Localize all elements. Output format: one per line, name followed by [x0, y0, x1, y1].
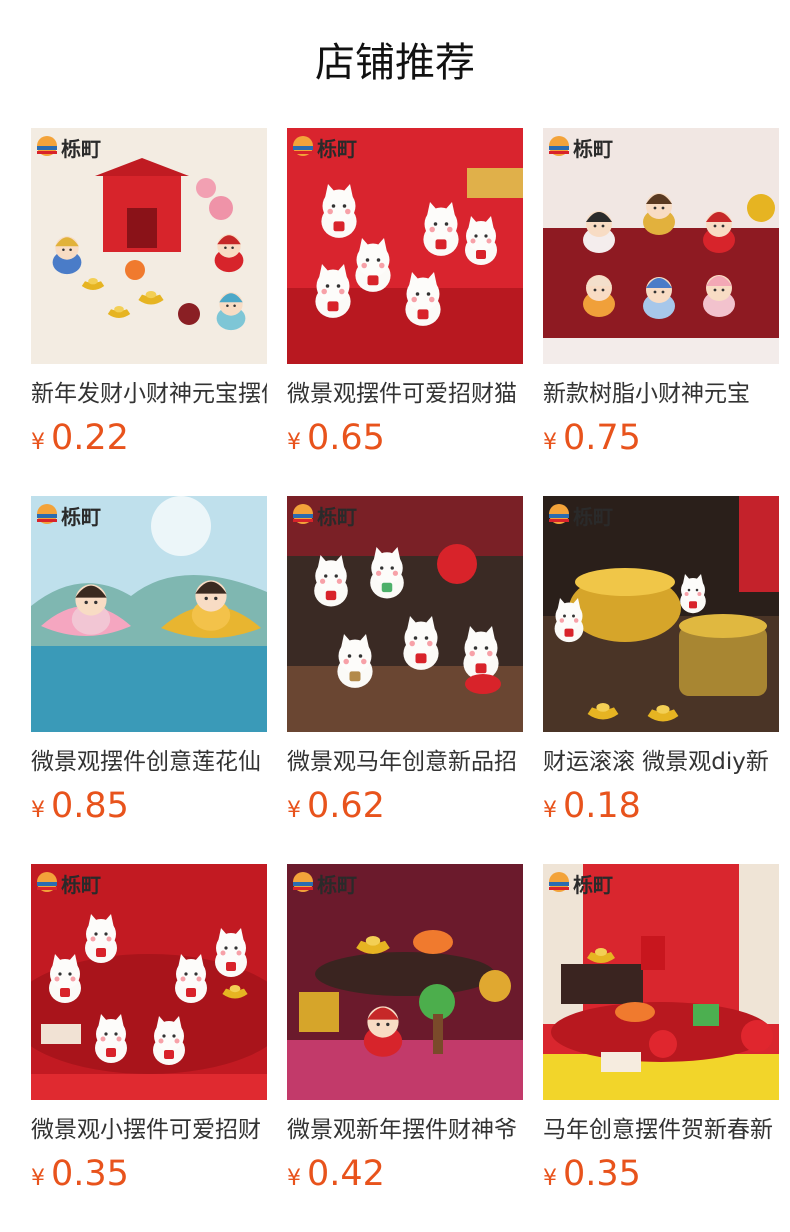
product-card[interactable]: 栎町 新款树脂小财神元宝 ¥0.75: [543, 128, 779, 496]
product-price: ¥0.35: [543, 1154, 779, 1194]
svg-text:栎町: 栎町: [317, 505, 357, 529]
currency-symbol: ¥: [543, 798, 557, 823]
product-price: ¥0.42: [287, 1154, 523, 1194]
product-price: ¥0.22: [31, 418, 267, 458]
product-photo: 栎町: [287, 496, 523, 732]
page-title: 店铺推荐: [315, 40, 475, 86]
product-photo: 栎町: [31, 496, 267, 732]
product-photo: 栎町: [543, 496, 779, 732]
currency-symbol: ¥: [31, 1166, 45, 1191]
product-image[interactable]: 栎町: [31, 864, 267, 1100]
price-value: 0.18: [563, 786, 641, 826]
product-title[interactable]: 微景观小摆件可爱招财: [31, 1116, 267, 1144]
product-card[interactable]: 栎町 财运滚滚 微景观diy新 ¥0.18: [543, 496, 779, 864]
product-price: ¥0.18: [543, 786, 779, 826]
currency-symbol: ¥: [287, 430, 301, 455]
product-photo: 栎町: [287, 128, 523, 364]
product-title[interactable]: 微景观新年摆件财神爷: [287, 1116, 523, 1144]
product-image[interactable]: 栎町: [31, 496, 267, 732]
currency-symbol: ¥: [287, 1166, 301, 1191]
product-grid: 栎町 新年发财小财神元宝摆件 ¥0.22 栎町 微景观摆件可爱招财猫 ¥0.65…: [31, 128, 779, 1232]
product-card[interactable]: 栎町 微景观摆件创意莲花仙 ¥0.85: [31, 496, 267, 864]
price-value: 0.62: [307, 786, 385, 826]
product-price: ¥0.75: [543, 418, 779, 458]
product-image[interactable]: 栎町: [287, 128, 523, 364]
svg-text:栎町: 栎町: [317, 873, 357, 897]
svg-text:栎町: 栎町: [61, 873, 101, 897]
product-title[interactable]: 马年创意摆件贺新春新: [543, 1116, 779, 1144]
svg-text:栎町: 栎町: [317, 137, 357, 161]
product-title[interactable]: 微景观马年创意新品招: [287, 748, 523, 776]
product-card[interactable]: 栎町 新年发财小财神元宝摆件 ¥0.22: [31, 128, 267, 496]
price-value: 0.65: [307, 418, 385, 458]
product-card[interactable]: 栎町 微景观马年创意新品招 ¥0.62: [287, 496, 523, 864]
product-price: ¥0.35: [31, 1154, 267, 1194]
product-title[interactable]: 新年发财小财神元宝摆件: [31, 380, 267, 408]
product-price: ¥0.62: [287, 786, 523, 826]
product-title[interactable]: 新款树脂小财神元宝: [543, 380, 779, 408]
svg-text:栎町: 栎町: [573, 137, 613, 161]
product-image[interactable]: 栎町: [543, 864, 779, 1100]
product-title[interactable]: 财运滚滚 微景观diy新: [543, 748, 779, 776]
price-value: 0.35: [563, 1154, 641, 1194]
price-value: 0.42: [307, 1154, 385, 1194]
product-title[interactable]: 微景观摆件可爱招财猫: [287, 380, 523, 408]
product-photo: 栎町: [543, 864, 779, 1100]
product-image[interactable]: 栎町: [287, 864, 523, 1100]
product-photo: 栎町: [543, 128, 779, 364]
currency-symbol: ¥: [543, 1166, 557, 1191]
product-price: ¥0.85: [31, 786, 267, 826]
product-photo: 栎町: [31, 864, 267, 1100]
currency-symbol: ¥: [31, 430, 45, 455]
product-title[interactable]: 微景观摆件创意莲花仙: [31, 748, 267, 776]
svg-text:栎町: 栎町: [573, 873, 613, 897]
svg-text:栎町: 栎町: [573, 505, 613, 529]
product-photo: 栎町: [287, 864, 523, 1100]
product-image[interactable]: 栎町: [543, 128, 779, 364]
product-card[interactable]: 栎町 微景观新年摆件财神爷 ¥0.42: [287, 864, 523, 1232]
currency-symbol: ¥: [31, 798, 45, 823]
price-value: 0.35: [51, 1154, 129, 1194]
product-image[interactable]: 栎町: [31, 128, 267, 364]
product-image[interactable]: 栎町: [287, 496, 523, 732]
currency-symbol: ¥: [543, 430, 557, 455]
price-value: 0.22: [51, 418, 129, 458]
product-price: ¥0.65: [287, 418, 523, 458]
product-photo: 栎町: [31, 128, 267, 364]
svg-text:栎町: 栎町: [61, 137, 101, 161]
price-value: 0.75: [563, 418, 641, 458]
product-image[interactable]: 栎町: [543, 496, 779, 732]
product-card[interactable]: 栎町 微景观摆件可爱招财猫 ¥0.65: [287, 128, 523, 496]
product-card[interactable]: 栎町 微景观小摆件可爱招财 ¥0.35: [31, 864, 267, 1232]
currency-symbol: ¥: [287, 798, 301, 823]
price-value: 0.85: [51, 786, 129, 826]
svg-text:栎町: 栎町: [61, 505, 101, 529]
product-card[interactable]: 栎町 马年创意摆件贺新春新 ¥0.35: [543, 864, 779, 1232]
